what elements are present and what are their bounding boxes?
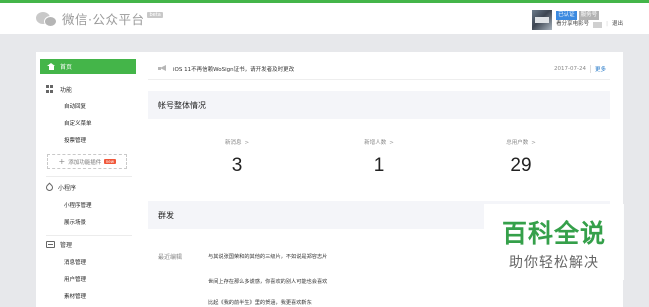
grid-icon (46, 85, 55, 94)
sidebar-item-materials[interactable]: 素材管理 (64, 292, 86, 300)
sidebar-item-vote[interactable]: 投票管理 (64, 136, 86, 144)
new-badge: new (104, 159, 116, 164)
notice-link[interactable]: iOS 11不再信赖WoSign证书，请开发者及时更改 (173, 65, 294, 73)
recent-edit-label: 最近编辑 (158, 254, 183, 261)
stat-new-messages[interactable]: 新消息 > 3 (162, 138, 312, 177)
list-item[interactable]: 与其说张国荣和的其他的三级片，不如说是郑容志片 (208, 253, 327, 260)
stat-value: 29 (510, 155, 532, 176)
chevron-right-icon: > (389, 140, 394, 146)
divider (46, 176, 132, 177)
sidebar-item-auto-reply[interactable]: 自动回复 (64, 102, 86, 110)
sidebar-section-manage: 管理 (46, 240, 72, 249)
stat-total-users[interactable]: 总用户数 > 29 (446, 138, 596, 177)
sidebar-item-label: 首页 (60, 64, 73, 71)
stat-label: 新消息 (224, 140, 242, 146)
notice-date: 2017-07-24 (554, 65, 586, 72)
notice-bar: iOS 11不再信赖WoSign证书，请开发者及时更改 2017-07-24 更… (148, 58, 610, 80)
stat-value: 3 (231, 155, 243, 176)
stat-new-followers[interactable]: 新增人数 > 1 (304, 138, 454, 177)
avatar[interactable] (532, 10, 553, 30)
link-icon (44, 182, 55, 193)
stat-value: 1 (373, 155, 385, 176)
sidebar-item-miniprogram-manage[interactable]: 小程序管理 (64, 201, 92, 209)
divider (46, 235, 132, 236)
wechat-logo[interactable]: 微信·公众平台 beta (36, 9, 163, 28)
list-item[interactable]: 世间上存在那么多谎感，你喜欢的别人可能也会喜欢 (208, 278, 327, 285)
sidebar-section-function: 功能 (46, 85, 72, 94)
stat-label: 新增人数 (364, 140, 387, 146)
add-plugin-button[interactable]: + 添加功能插件 new (47, 154, 127, 169)
speaker-icon (158, 65, 168, 72)
more-link[interactable]: 更多 (595, 65, 606, 73)
watermark: 百科全说 助你轻松解决 (484, 204, 624, 280)
sidebar-item-custom-menu[interactable]: 自定义菜单 (64, 119, 92, 127)
sidebar: 首页 功能 自动回复 自定义菜单 投票管理 + 添加功能插件 new 小程序 小… (36, 52, 140, 307)
verified-badge: 已认证 (556, 11, 577, 20)
section-title: 小程序 (58, 185, 77, 192)
section-title: 功能 (60, 87, 73, 94)
watermark-title: 百科全说 (501, 219, 606, 248)
beta-tag: beta (147, 11, 163, 18)
sidebar-item-home[interactable]: 首页 (40, 59, 136, 74)
section-title: 管理 (60, 242, 73, 249)
plus-icon: + (58, 157, 66, 166)
user-area: 已认证 服务号 看分享电影号 | 退出 (532, 7, 623, 33)
sidebar-section-miniprogram: 小程序 (44, 182, 77, 193)
app-title: 微信·公众平台 (62, 12, 145, 27)
logout-link[interactable]: 退出 (612, 20, 623, 29)
sidebar-item-users[interactable]: 用户管理 (64, 275, 86, 283)
separator (590, 65, 591, 73)
add-plugin-label: 添加功能插件 (68, 159, 102, 166)
home-icon (47, 63, 55, 70)
chevron-right-icon: > (531, 140, 536, 146)
stat-label: 总用户数 (506, 140, 529, 146)
sidebar-item-display-scene[interactable]: 展示场景 (64, 218, 86, 226)
list-item[interactable]: 比起《我的前半生》里的贺涵，我更喜欢靳东 (208, 299, 312, 306)
account-name[interactable]: 看分享电影号 (556, 20, 589, 29)
separator: | (606, 21, 608, 27)
account-type-badge: 服务号 (578, 11, 600, 20)
sidebar-item-messages[interactable]: 消息管理 (64, 258, 86, 266)
message-icon[interactable] (593, 21, 603, 28)
wechat-logo-icon (36, 10, 58, 28)
chevron-right-icon: > (244, 140, 250, 146)
box-icon (46, 241, 55, 248)
top-bar: 微信·公众平台 beta 已认证 服务号 看分享电影号 | 退出 (0, 0, 649, 34)
account-overview-title: 帐号整体情况 (148, 91, 610, 119)
watermark-subtitle: 助你轻松解决 (509, 255, 599, 271)
